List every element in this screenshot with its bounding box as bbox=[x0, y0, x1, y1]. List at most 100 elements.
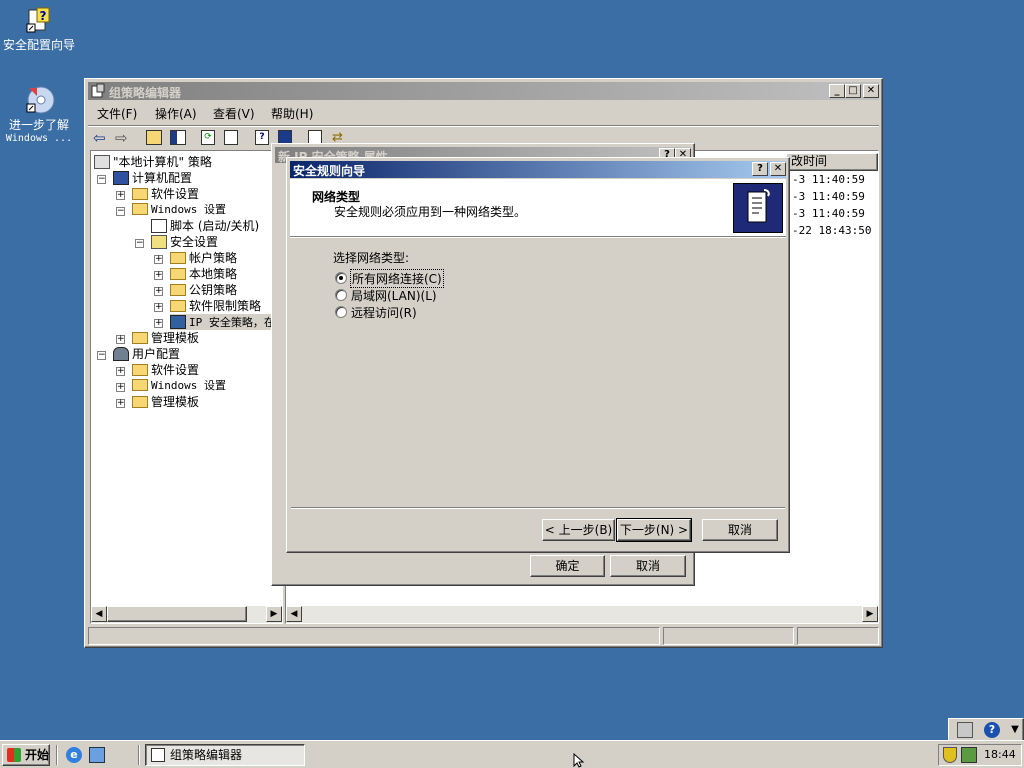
start-button[interactable]: 开始 bbox=[2, 744, 50, 766]
tree-hscrollbar[interactable]: ◀ ▶ bbox=[91, 606, 282, 623]
shield-icon[interactable] bbox=[943, 747, 957, 763]
collapse-toggle[interactable]: − bbox=[135, 239, 144, 248]
tree-user-windows[interactable]: Windows 设置 bbox=[132, 378, 226, 394]
collapse-toggle[interactable]: − bbox=[116, 207, 125, 216]
radio-all-connections[interactable] bbox=[335, 272, 347, 284]
radio-label-all-connections[interactable]: 所有网络连接(C) bbox=[350, 269, 444, 288]
tree-computer-config[interactable]: 计算机配置 bbox=[113, 170, 192, 186]
scroll-right-button[interactable]: ▶ bbox=[862, 606, 878, 622]
scroll-right-button[interactable]: ▶ bbox=[266, 606, 282, 622]
expand-toggle[interactable]: + bbox=[116, 335, 125, 344]
gpedit-titlebar[interactable]: 组策略编辑器 _ □ ✕ bbox=[88, 82, 879, 100]
windows-logo-icon bbox=[7, 748, 21, 762]
wizard-header: 网络类型 安全规则必须应用到一种网络类型。 bbox=[290, 179, 786, 237]
help-icon[interactable]: ? bbox=[255, 130, 269, 145]
ip-security-icon bbox=[170, 314, 186, 329]
show-tree-icon[interactable] bbox=[170, 130, 186, 145]
column-header-modified[interactable]: 改时间 bbox=[786, 153, 878, 171]
tree-user-admin[interactable]: 管理模板 bbox=[132, 394, 199, 410]
tree-pane[interactable]: "本地计算机" 策略 − 计算机配置 + 软件设置 − Windows 设置 脚… bbox=[90, 150, 283, 624]
tree-ip-security[interactable]: IP 安全策略，在 bbox=[170, 314, 275, 330]
desktop-icon-learn-windows[interactable]: 进一步了解 Windows ... bbox=[0, 84, 78, 146]
expand-toggle[interactable]: + bbox=[154, 319, 163, 328]
close-button[interactable]: ✕ bbox=[770, 162, 786, 176]
menu-view[interactable]: 查看(V) bbox=[213, 105, 255, 122]
expand-toggle[interactable]: + bbox=[116, 399, 125, 408]
radio-remote-access[interactable] bbox=[335, 306, 347, 318]
radio-label-remote-access[interactable]: 远程访问(R) bbox=[351, 304, 417, 321]
expand-toggle[interactable]: + bbox=[154, 303, 163, 312]
tree-account-policy[interactable]: 帐户策略 bbox=[170, 250, 237, 266]
network-icon[interactable] bbox=[957, 722, 973, 738]
desktop-icon-label: 安全配置向导 bbox=[2, 38, 75, 52]
script-icon bbox=[151, 218, 167, 233]
help-button[interactable]: ? bbox=[752, 162, 768, 176]
tree-user-software[interactable]: 软件设置 bbox=[132, 362, 199, 378]
list-row[interactable]: -3 11:40:59 bbox=[792, 173, 865, 186]
explorer-icon[interactable] bbox=[89, 747, 105, 763]
scroll-thumb[interactable] bbox=[107, 606, 247, 622]
tree-admin-templates[interactable]: 管理模板 bbox=[132, 330, 199, 346]
chevron-down-icon[interactable]: ▼ bbox=[1009, 721, 1021, 739]
back-icon[interactable]: ⇦ bbox=[93, 129, 106, 147]
menu-file[interactable]: 文件(F) bbox=[97, 105, 137, 122]
cancel-button[interactable]: 取消 bbox=[610, 555, 686, 577]
tree-security-settings[interactable]: 安全设置 bbox=[151, 234, 218, 250]
radio-lan[interactable] bbox=[335, 289, 347, 301]
status-panel bbox=[663, 627, 794, 645]
next-button[interactable]: 下一步(N) > bbox=[616, 518, 692, 542]
details-hscrollbar[interactable]: ◀ ▶ bbox=[286, 606, 878, 623]
wizard-titlebar[interactable]: 安全规则向导 ? ✕ bbox=[290, 161, 786, 178]
back-button[interactable]: < 上一步(B) bbox=[542, 519, 615, 541]
forward-icon[interactable]: ⇨ bbox=[115, 129, 128, 147]
tree-local-policy[interactable]: 本地策略 bbox=[170, 266, 237, 282]
expand-toggle[interactable]: + bbox=[154, 271, 163, 280]
collapse-toggle[interactable]: − bbox=[97, 351, 106, 360]
windows-cd-icon bbox=[23, 84, 55, 116]
list-row[interactable]: -22 18:43:50 bbox=[792, 224, 871, 237]
scroll-left-button[interactable]: ◀ bbox=[91, 606, 107, 622]
tree-windows-settings[interactable]: Windows 设置 bbox=[132, 202, 226, 218]
tree-software-settings[interactable]: 软件设置 bbox=[132, 186, 199, 202]
menu-action[interactable]: 操作(A) bbox=[155, 105, 197, 122]
close-button[interactable]: ✕ bbox=[863, 84, 879, 98]
expand-toggle[interactable]: + bbox=[154, 287, 163, 296]
folder-icon bbox=[170, 283, 186, 296]
collapse-toggle[interactable]: − bbox=[97, 175, 106, 184]
scroll-left-button[interactable]: ◀ bbox=[286, 606, 302, 622]
folder-icon bbox=[132, 395, 148, 408]
cancel-button[interactable]: 取消 bbox=[702, 519, 778, 541]
menu-help[interactable]: 帮助(H) bbox=[271, 105, 313, 122]
ok-button[interactable]: 确定 bbox=[530, 555, 605, 577]
expand-toggle[interactable]: + bbox=[154, 255, 163, 264]
list-row[interactable]: -3 11:40:59 bbox=[792, 207, 865, 220]
radio-label-lan[interactable]: 局域网(LAN)(L) bbox=[351, 287, 437, 304]
minimize-button[interactable]: _ bbox=[829, 84, 845, 98]
ie-icon[interactable]: e bbox=[66, 747, 82, 763]
tree-label: Windows 设置 bbox=[151, 203, 226, 216]
tree-label: 安全设置 bbox=[170, 235, 219, 249]
gpedit-task-icon bbox=[151, 748, 165, 762]
refresh-icon[interactable]: ⟳ bbox=[201, 130, 215, 145]
taskbar-button-gpedit[interactable]: 组策略编辑器 bbox=[145, 744, 305, 766]
maximize-button[interactable]: □ bbox=[845, 84, 861, 98]
gpedit-title: 组策略编辑器 bbox=[109, 86, 182, 100]
up-folder-icon[interactable] bbox=[146, 130, 162, 145]
desktop-icon-label: 进一步了解 bbox=[8, 118, 69, 132]
expand-toggle[interactable]: + bbox=[116, 367, 125, 376]
gpedit-app-icon bbox=[90, 83, 106, 99]
tree-root[interactable]: "本地计算机" 策略 bbox=[94, 154, 212, 170]
list-row[interactable]: -3 11:40:59 bbox=[792, 190, 865, 203]
tree-label: 帐户策略 bbox=[189, 251, 238, 265]
desktop-icon-security-wizard[interactable]: ? 安全配置向导 bbox=[0, 4, 78, 52]
help-circle-icon[interactable]: ? bbox=[984, 722, 1000, 738]
export-icon[interactable] bbox=[224, 130, 238, 145]
expand-toggle[interactable]: + bbox=[116, 383, 125, 392]
tree-user-config[interactable]: 用户配置 bbox=[113, 346, 180, 362]
tree-software-restriction[interactable]: 软件限制策略 bbox=[170, 298, 261, 314]
tree-public-key[interactable]: 公钥策略 bbox=[170, 282, 237, 298]
network-tray-icon[interactable] bbox=[961, 747, 977, 763]
tree-scripts[interactable]: 脚本 (启动/关机) bbox=[151, 218, 259, 234]
system-tray: 18:44 bbox=[938, 744, 1022, 766]
expand-toggle[interactable]: + bbox=[116, 191, 125, 200]
